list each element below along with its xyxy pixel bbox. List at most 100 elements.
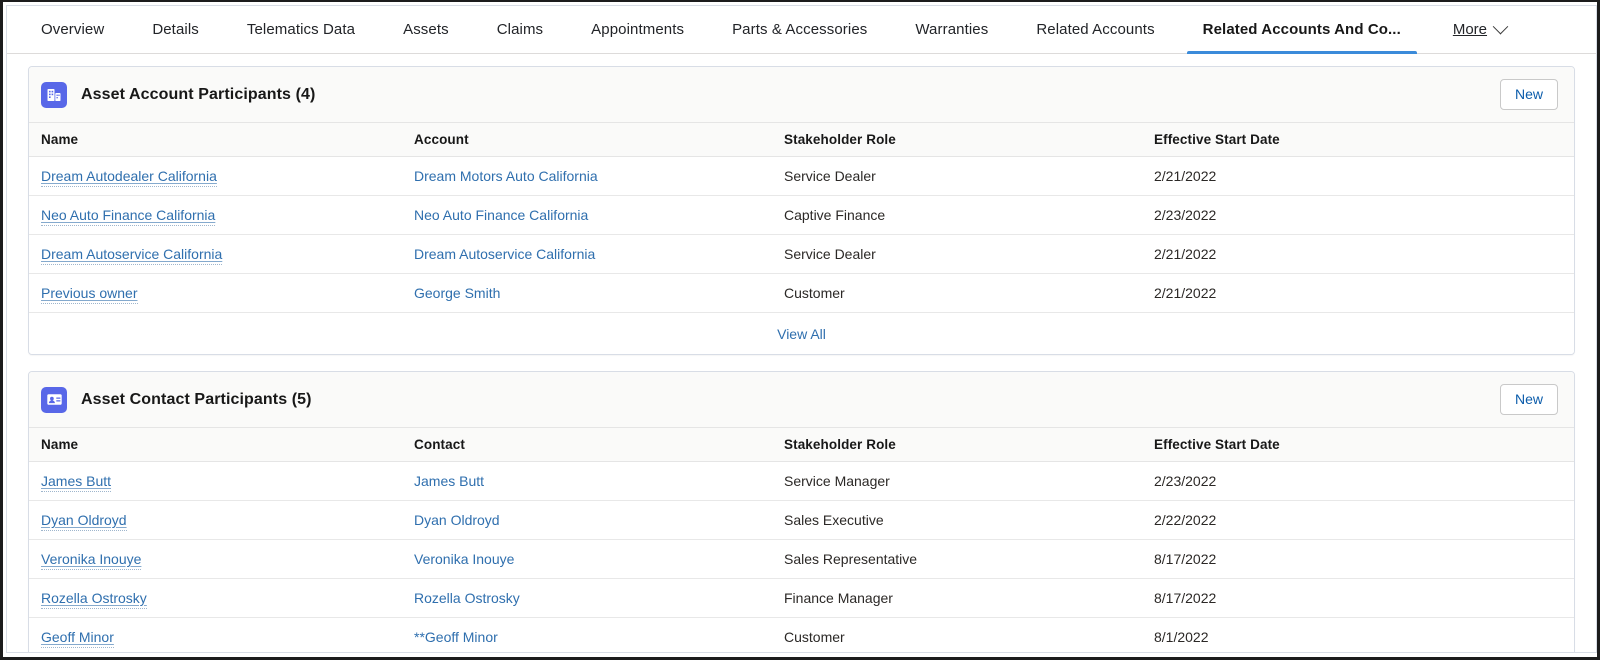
- cell-stakeholder-role: Service Dealer: [774, 156, 1144, 196]
- related-list-card: Asset Account Participants (4) New Name Acc…: [28, 66, 1575, 355]
- cell-row-actions: [1524, 234, 1574, 274]
- cell-row-actions: [1524, 539, 1574, 579]
- tab-claims[interactable]: Claims: [473, 6, 567, 53]
- record-name-link[interactable]: Veronika Inouye: [41, 551, 142, 570]
- cell-contact: Dyan Oldroyd: [404, 500, 774, 540]
- cell-account: Dream Autoservice California: [404, 234, 774, 274]
- cell-row-actions: [1524, 195, 1574, 235]
- cell-contact: **Geoff Minor: [404, 617, 774, 652]
- cell-stakeholder-role: Finance Manager: [774, 578, 1144, 618]
- table-header-row: Name Contact Stakeholder Role Effective Sta…: [29, 428, 1574, 462]
- cell-name: Dyan Oldroyd: [29, 500, 404, 540]
- tab-appointments[interactable]: Appointments: [567, 6, 708, 53]
- table-row: Veronika Inouye Veronika Inouye Sales Repr…: [29, 539, 1574, 579]
- related-list-header: Asset Contact Participants (5) New: [29, 372, 1574, 428]
- table-row: Dyan Oldroyd Dyan Oldroyd Sales Executive 2…: [29, 500, 1574, 540]
- column-header-contact[interactable]: Contact: [404, 428, 774, 462]
- record-name-link[interactable]: Dyan Oldroyd: [41, 512, 127, 531]
- app-content-frame: Overview Details Telematics Data Assets Clai…: [6, 5, 1597, 653]
- related-list-table: Name Account Stakeholder Role Effective Sta…: [29, 123, 1574, 313]
- cell-name: Dream Autoservice California: [29, 234, 404, 274]
- column-header-actions: [1524, 428, 1574, 462]
- contact-link[interactable]: **Geoff Minor: [414, 629, 498, 645]
- cell-row-actions: [1524, 273, 1574, 313]
- app-window: Overview Details Telematics Data Assets Clai…: [0, 0, 1600, 660]
- table-row: Dream Autoservice California Dream Autose…: [29, 234, 1574, 274]
- account-link[interactable]: Dream Autoservice California: [414, 246, 595, 262]
- table-row: Dream Autodealer California Dream Motors …: [29, 156, 1574, 196]
- tab-parts-accessories[interactable]: Parts & Accessories: [708, 6, 891, 53]
- record-name-link[interactable]: James Butt: [41, 473, 112, 492]
- record-name-link[interactable]: Neo Auto Finance California: [41, 207, 216, 226]
- account-link[interactable]: Neo Auto Finance California: [414, 207, 588, 223]
- record-name-link[interactable]: Rozella Ostrosky: [41, 590, 147, 609]
- related-list-header: Asset Account Participants (4) New: [29, 67, 1574, 123]
- record-name-link[interactable]: Dream Autoservice California: [41, 246, 223, 265]
- column-header-name[interactable]: Name: [29, 123, 404, 157]
- tab-telematics-data[interactable]: Telematics Data: [223, 6, 379, 53]
- cell-stakeholder-role: Sales Executive: [774, 500, 1144, 540]
- cell-effective-start-date: 8/17/2022: [1144, 578, 1524, 618]
- record-name-link[interactable]: Geoff Minor: [41, 629, 114, 648]
- table-row: Rozella Ostrosky Rozella Ostrosky Finance …: [29, 578, 1574, 618]
- contact-link[interactable]: Veronika Inouye: [414, 551, 514, 567]
- view-all-link[interactable]: View All: [777, 326, 826, 342]
- column-header-account[interactable]: Account: [404, 123, 774, 157]
- cell-name: Veronika Inouye: [29, 539, 404, 579]
- column-header-stakeholder-role[interactable]: Stakeholder Role: [774, 428, 1144, 462]
- account-link[interactable]: Dream Motors Auto California: [414, 168, 598, 184]
- contact-link[interactable]: James Butt: [414, 473, 484, 489]
- cell-name: Previous owner: [29, 273, 404, 313]
- tab-details[interactable]: Details: [128, 6, 223, 53]
- record-name-link[interactable]: Dream Autodealer California: [41, 168, 217, 187]
- table-header-row: Name Account Stakeholder Role Effective Sta…: [29, 123, 1574, 157]
- cell-contact: Veronika Inouye: [404, 539, 774, 579]
- tab-overview[interactable]: Overview: [17, 6, 128, 53]
- column-header-effective-start-date[interactable]: Effective Start Date: [1144, 123, 1524, 157]
- cell-account: Dream Motors Auto California: [404, 156, 774, 196]
- record-tab-bar: Overview Details Telematics Data Assets Clai…: [7, 6, 1596, 54]
- record-name-link[interactable]: Previous owner: [41, 285, 138, 304]
- cell-row-actions: [1524, 578, 1574, 618]
- more-tabs-button[interactable]: More: [1425, 6, 1526, 53]
- related-list-title[interactable]: Asset Contact Participants (5): [81, 391, 312, 409]
- cell-stakeholder-role: Customer: [774, 617, 1144, 652]
- tab-related-accounts[interactable]: Related Accounts: [1012, 6, 1178, 53]
- cell-stakeholder-role: Captive Finance: [774, 195, 1144, 235]
- cell-effective-start-date: 8/17/2022: [1144, 539, 1524, 579]
- cell-account: George Smith: [404, 273, 774, 313]
- cell-row-actions: [1524, 617, 1574, 652]
- cell-name: James Butt: [29, 461, 404, 501]
- contact-link[interactable]: Rozella Ostrosky: [414, 590, 520, 606]
- tab-assets[interactable]: Assets: [379, 6, 473, 53]
- column-header-stakeholder-role[interactable]: Stakeholder Role: [774, 123, 1144, 157]
- contact-participants-icon: [41, 386, 67, 413]
- cell-row-actions: [1524, 156, 1574, 196]
- cell-stakeholder-role: Service Manager: [774, 461, 1144, 501]
- new-button[interactable]: New: [1499, 384, 1558, 415]
- related-list-footer: View All: [29, 313, 1574, 354]
- cell-effective-start-date: 2/23/2022: [1144, 461, 1524, 501]
- contact-link[interactable]: Dyan Oldroyd: [414, 512, 500, 528]
- column-header-effective-start-date[interactable]: Effective Start Date: [1144, 428, 1524, 462]
- cell-account: Neo Auto Finance California: [404, 195, 774, 235]
- tab-warranties[interactable]: Warranties: [891, 6, 1012, 53]
- cell-effective-start-date: 2/21/2022: [1144, 234, 1524, 274]
- more-tabs-label: More: [1452, 21, 1488, 38]
- related-list-table: Name Contact Stakeholder Role Effective Sta…: [29, 428, 1574, 652]
- cell-contact: James Butt: [404, 461, 774, 501]
- account-link[interactable]: George Smith: [414, 285, 500, 301]
- cell-effective-start-date: 8/1/2022: [1144, 617, 1524, 652]
- related-lists-content: Asset Account Participants (4) New Name Acc…: [7, 54, 1596, 652]
- tab-related-accounts-and-co[interactable]: Related Accounts And Co...: [1179, 6, 1425, 54]
- cell-contact: Rozella Ostrosky: [404, 578, 774, 618]
- table-row: James Butt James Butt Service Manager 2/23/…: [29, 461, 1574, 501]
- cell-name: Dream Autodealer California: [29, 156, 404, 196]
- cell-effective-start-date: 2/23/2022: [1144, 195, 1524, 235]
- related-list-title[interactable]: Asset Account Participants (4): [81, 86, 315, 104]
- table-row: Previous owner George Smith Customer 2/21/2…: [29, 273, 1574, 313]
- column-header-name[interactable]: Name: [29, 428, 404, 462]
- cell-effective-start-date: 2/21/2022: [1144, 156, 1524, 196]
- account-participants-icon: [41, 81, 67, 108]
- new-button[interactable]: New: [1499, 79, 1558, 110]
